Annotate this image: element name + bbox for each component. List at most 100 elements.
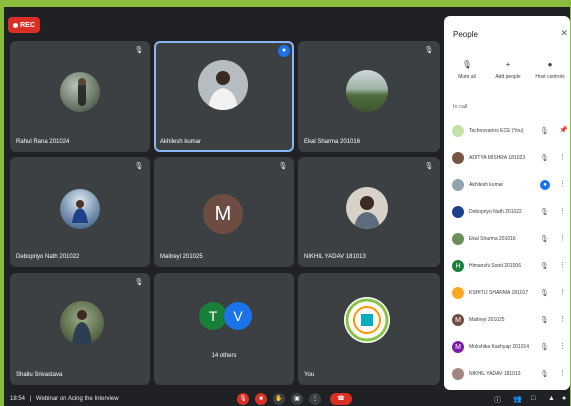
participant-name: KSHITIJ SHARMA 181017 [469,290,529,296]
participant-name: Himanshi Sood 201006 [469,263,521,269]
separator: | [29,396,32,402]
participant-name: ADITYA MISHRA 181023 [469,155,526,161]
avatar-akhilesh [198,60,248,110]
participant-row[interactable]: Ekal Sharma 201016 🎙 ⋮ [444,226,570,253]
meeting-controls-bar: 18:54 | Webinar on Acing the Interview 🎙… [4,393,570,406]
mic-off-icon: 🎙 [424,163,434,170]
more-options-icon[interactable]: ⋮ [559,234,566,242]
info-icon[interactable]: ⓘ [494,395,501,405]
video-tile-nikhil[interactable]: 🎙 NIKHIL YADAV 181013 [298,157,440,267]
leave-call-button[interactable]: ☎ [330,393,352,405]
people-icon[interactable]: 👥 [513,395,522,403]
participant-name: Rahul Rana 201024 [16,139,70,145]
video-tile-maitreyi[interactable]: 🎙 M Maitreyi 201025 [154,157,294,267]
participant-avatar [452,233,464,245]
video-tile-rahul[interactable]: 🎙 Rahul Rana 201024 [10,41,150,152]
mic-off-icon: 🎙 [461,60,473,69]
others-count: 14 others [211,353,237,359]
participant-avatar [452,125,464,137]
avatar-rahul [60,72,100,112]
participant-name: Maitreyi 201025 [469,317,505,323]
camera-toggle-button[interactable]: ■ [255,393,267,405]
add-people-button[interactable]: + Add people [488,60,528,80]
recording-label: REC [20,21,35,29]
participant-name: Akhilesh kumar [469,182,504,188]
mic-off-icon[interactable]: 🎙 [540,262,549,270]
participant-avatar: M [452,341,464,353]
participant-name: Technovators ECE (You) [469,128,524,134]
avatar-debopriyo [60,189,100,229]
activities-icon[interactable]: ▲ [548,395,555,402]
meeting-title: Webinar on Acing the Interview [35,396,119,402]
avatar-maitreyi: M [203,194,243,234]
more-options-icon[interactable]: ⋮ [559,315,566,323]
video-tile-debopriyo[interactable]: 🎙 Debopriyo Nath 201022 [10,157,150,267]
participant-row[interactable]: Technovators ECE (You) 🎙 📌 [444,118,570,145]
participant-row[interactable]: NIKHIL YADAV 181013 🎙 ⋮ [444,361,570,388]
participant-row[interactable]: Debopriyo Nath 201022 🎙 ⋮ [444,199,570,226]
video-tile-shailu[interactable]: 🎙 Shailu Srivastava [10,273,150,385]
participant-name: NIKHIL YADAV 181013 [469,371,521,377]
participant-name: Debopriyo Nath 201022 [469,209,522,215]
mic-off-icon[interactable]: 🎙 [540,343,549,351]
avatar-t: T [199,302,227,330]
participant-row[interactable]: H Himanshi Sood 201006 🎙 ⋮ [444,253,570,280]
video-tile-akhilesh[interactable]: ● Akhilesh kumar [154,41,294,152]
participant-avatar [452,179,464,191]
more-options-button[interactable]: ⋮ [309,393,321,405]
mic-off-icon: 🎙 [424,47,434,54]
add-person-icon: + [505,60,511,69]
mic-off-icon[interactable]: 🎙 [540,235,549,243]
more-options-icon[interactable]: ⋮ [559,153,566,161]
more-options-icon[interactable]: ⋮ [559,342,566,350]
participant-avatar: M [452,314,464,326]
chat-icon[interactable]: □ [531,395,535,402]
avatar-shailu [60,301,104,345]
mic-off-icon[interactable]: 🎙 [540,208,549,216]
participant-name: NIKHIL YADAV 181013 [304,254,366,260]
video-tile-others[interactable]: T V 14 others [154,273,294,385]
pin-icon[interactable]: 📌 [559,126,568,134]
raise-hand-button[interactable]: ✋ [273,393,285,405]
participant-name: Maitreyi 201025 [160,254,203,260]
mic-off-icon[interactable]: 🎙 [540,154,549,162]
recording-badge: REC [8,17,40,33]
mic-off-icon[interactable]: 🎙 [540,370,549,378]
mic-off-icon: 🎙 [134,163,144,170]
close-icon[interactable]: ✕ [560,28,568,39]
participant-row[interactable]: M Mokshika Kashyap 201014 🎙 ⋮ [444,334,570,361]
present-button[interactable]: ▣ [291,393,303,405]
meeting-info: 18:54 | Webinar on Acing the Interview [10,396,119,402]
participant-row[interactable]: ADITYA MISHRA 181023 🎙 ⋮ [444,145,570,172]
participant-name: Mokshika Kashyap 201014 [469,344,530,350]
participant-name: Akhilesh kumar [160,139,202,145]
mic-off-icon: 🎙 [278,163,288,170]
mic-off-icon[interactable]: 🎙 [540,316,549,324]
mute-all-button[interactable]: 🎙 Mute all [447,60,487,80]
participant-name: Shailu Srivastava [16,372,63,378]
participant-name: You [304,372,315,378]
video-tile-you[interactable]: You [298,273,440,385]
mic-off-icon[interactable]: 🎙 [540,289,549,297]
avatar-ekal [346,70,388,112]
host-controls-button[interactable]: ● Host controls [530,60,570,80]
more-options-icon[interactable]: ⋮ [559,369,566,377]
participant-avatar [452,206,464,218]
avatar-nikhil [346,187,388,229]
mic-toggle-button[interactable]: 🎙 [237,393,249,405]
video-tile-ekal[interactable]: 🎙 Ekal Sharma 201016 [298,41,440,152]
participant-row[interactable]: Akhilesh kumar ● ⋮ [444,172,570,199]
more-options-icon[interactable]: ⋮ [559,261,566,269]
avatar-you-logo [344,297,390,343]
participant-name: Ekal Sharma 201016 [304,139,361,145]
more-options-icon[interactable]: ⋮ [559,207,566,215]
people-panel: People ✕ 🎙 Mute all + Add people ● Host … [444,16,570,390]
participant-row[interactable]: KSHITIJ SHARMA 181017 🎙 ⋮ [444,280,570,307]
mic-off-icon[interactable]: 🎙 [540,127,549,135]
more-options-icon[interactable]: ⋮ [559,180,566,188]
speaking-indicator-icon: ● [540,180,550,190]
participant-list: Technovators ECE (You) 🎙 📌 ADITYA MISHRA… [444,118,570,388]
host-controls-icon[interactable]: ● [562,395,566,402]
participant-row[interactable]: M Maitreyi 201025 🎙 ⋮ [444,307,570,334]
more-options-icon[interactable]: ⋮ [559,288,566,296]
